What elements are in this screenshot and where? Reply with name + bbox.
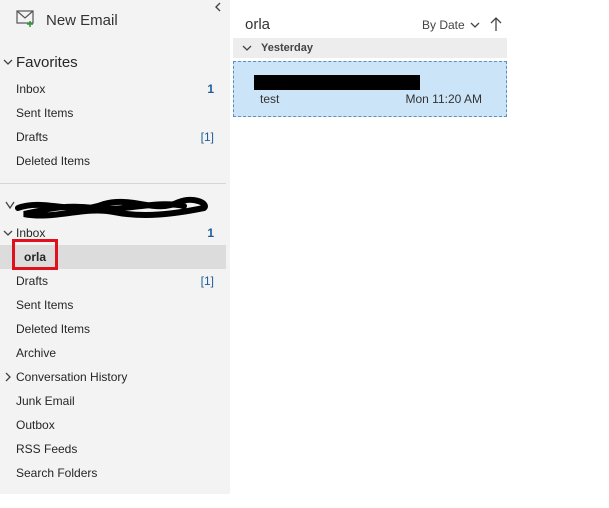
chevron-down-icon — [0, 58, 16, 66]
sidebar-item-sent-items[interactable]: Sent Items — [0, 293, 226, 317]
section-divider — [0, 183, 226, 184]
message-subject: test — [260, 92, 280, 106]
sidebar-item-conversation-history[interactable]: Conversation History — [0, 365, 226, 389]
message-list-item[interactable]: test Mon 11:20 AM — [233, 61, 507, 117]
sidebar-item-drafts[interactable]: Drafts [1] — [0, 269, 226, 293]
sort-arrow-up-icon — [490, 17, 502, 31]
new-email-icon — [16, 9, 36, 32]
sort-dropdown[interactable]: By Date — [422, 18, 480, 32]
sort-chevron-down-icon — [470, 21, 480, 29]
sidebar-item-junk-email[interactable]: Junk Email — [0, 389, 226, 413]
collapse-chevron-left-icon — [215, 2, 221, 12]
sort-label: By Date — [422, 18, 465, 32]
sidebar-item-outbox[interactable]: Outbox — [0, 413, 226, 437]
chevron-right-icon[interactable] — [0, 372, 16, 382]
sort-direction-button[interactable] — [490, 16, 502, 37]
favorites-header[interactable]: Favorites — [0, 50, 78, 74]
sidebar-item-archive[interactable]: Archive — [0, 341, 226, 365]
folder-pane: New Email Favorites Inbox 1 Sent Items D… — [0, 0, 230, 494]
chevron-down-icon — [0, 229, 16, 237]
group-header-yesterday[interactable]: Yesterday — [233, 38, 507, 58]
unread-count: 1 — [207, 82, 214, 96]
favorites-title: Favorites — [16, 53, 78, 71]
favorites-item-deleted-items[interactable]: Deleted Items — [0, 149, 226, 173]
sidebar-item-search-folders[interactable]: Search Folders — [0, 461, 226, 485]
unread-count: 1 — [207, 226, 214, 240]
collapse-pane-button[interactable] — [211, 0, 225, 14]
chevron-down-icon — [233, 44, 261, 52]
new-email-button[interactable]: New Email — [16, 8, 118, 32]
message-time: Mon 11:20 AM — [405, 92, 483, 106]
folder-title: orla — [245, 16, 271, 33]
redacted-sender — [254, 75, 420, 90]
drafts-count: [1] — [200, 274, 214, 288]
favorites-item-drafts[interactable]: Drafts [1] — [0, 125, 226, 149]
favorites-item-sent-items[interactable]: Sent Items — [0, 101, 226, 125]
sidebar-item-rss-feeds[interactable]: RSS Feeds — [0, 437, 226, 461]
group-label: Yesterday — [261, 42, 313, 54]
sidebar-item-deleted-items[interactable]: Deleted Items — [0, 317, 226, 341]
drafts-count: [1] — [200, 130, 214, 144]
new-email-label: New Email — [46, 11, 118, 29]
highlight-box — [12, 239, 58, 270]
favorites-item-inbox[interactable]: Inbox 1 — [0, 77, 226, 101]
